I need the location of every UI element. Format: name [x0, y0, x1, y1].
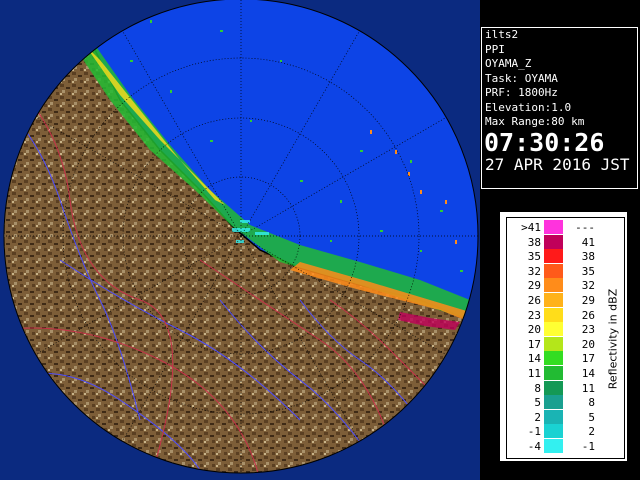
scan-time: 07:30:26 — [484, 127, 605, 157]
legend-color-swatch — [544, 220, 563, 234]
legend-high-value: 17 — [581, 352, 595, 366]
legend-low-value: 32 — [527, 264, 541, 278]
legend-low-value: 11 — [527, 367, 541, 380]
legend-color-swatch — [544, 336, 563, 351]
legend-high-value: 14 — [581, 367, 595, 380]
legend-high-value: 41 — [581, 235, 595, 249]
legend-low-value: 26 — [527, 294, 541, 307]
legend-color-swatch — [544, 424, 563, 439]
legend-low-value: 29 — [527, 279, 541, 293]
legend-high-value: 26 — [581, 308, 595, 322]
legend-low-value: -1 — [527, 425, 541, 439]
legend-color-swatch — [544, 293, 563, 307]
prf-label: PRF: 1800Hz — [485, 86, 558, 99]
legend-low-value: -4 — [527, 440, 541, 453]
legend-low-value: 14 — [527, 352, 541, 366]
radar-name: ilts2 — [485, 28, 519, 41]
legend-low-value: 35 — [527, 250, 541, 264]
legend-high-value: --- — [575, 221, 595, 234]
scan-info-panel: ilts2 PPI OYAMA_Z Task: OYAMA PRF: 1800H… — [481, 27, 638, 189]
legend-title: Reflectivity in dBZ — [606, 288, 620, 390]
legend-high-value: 20 — [581, 337, 595, 351]
legend-high-value: 11 — [581, 381, 595, 395]
legend-low-value: 17 — [527, 337, 541, 351]
scan-type: PPI — [485, 42, 505, 56]
legend-low-value: >41 — [521, 221, 541, 234]
legend-frame: >41 --- 38 41 35 38 32 35 29 32 26 29 23 26 20 23 17 20 14… — [506, 217, 625, 459]
legend-color-swatch — [544, 366, 563, 380]
radar-ppi-display[interactable] — [0, 0, 480, 480]
legend-color-swatch — [544, 322, 563, 337]
legend-high-value: 29 — [581, 294, 595, 307]
legend-low-value: 2 — [534, 410, 541, 424]
color-legend: >41 --- 38 41 35 38 32 35 29 32 26 29 23 26 20 23 17 20 14… — [500, 212, 627, 461]
legend-high-value: 2 — [588, 425, 595, 439]
legend-title-box: Reflectivity in dBZ — [603, 222, 623, 456]
legend-high-value: 38 — [581, 250, 595, 264]
legend-low-value: 23 — [527, 308, 541, 322]
legend-high-value: 35 — [581, 264, 595, 278]
legend-color-swatch — [544, 307, 563, 322]
legend-color-swatch — [544, 409, 563, 424]
legend-high-value: 32 — [581, 279, 595, 293]
legend-high-value: -1 — [581, 440, 595, 453]
legend-high-value: 5 — [588, 410, 595, 424]
legend-color-swatch — [544, 263, 563, 278]
legend-low-value: 8 — [534, 381, 541, 395]
legend-color-swatch — [544, 380, 563, 395]
legend-high-value: 8 — [588, 396, 595, 410]
elevation-label: Elevation:1.0 — [485, 100, 572, 114]
legend-low-value: 38 — [527, 235, 541, 249]
product-name: OYAMA_Z — [485, 57, 532, 70]
legend-low-value: 20 — [527, 323, 541, 337]
legend-color-swatch — [544, 439, 563, 453]
radar-map — [0, 0, 480, 480]
legend-high-value: 23 — [581, 323, 595, 337]
legend-color-swatch — [544, 395, 563, 410]
legend-color-swatch — [544, 234, 563, 249]
legend-color-swatch — [544, 351, 563, 366]
legend-color-swatch — [544, 249, 563, 264]
task-label: Task: OYAMA — [485, 71, 558, 85]
legend-low-value: 5 — [534, 396, 541, 410]
scan-date: 27 APR 2016 JST — [485, 154, 630, 174]
legend-color-swatch — [544, 278, 563, 293]
